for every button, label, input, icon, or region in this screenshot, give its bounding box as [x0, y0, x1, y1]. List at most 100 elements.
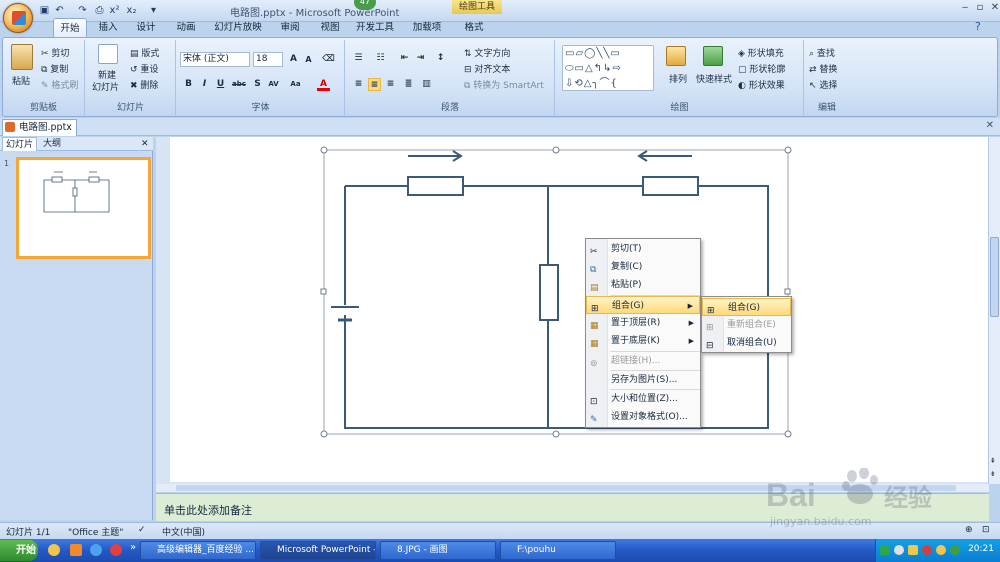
menu-item-format-object[interactable]: ✎ 设置对象格式(O)...: [586, 408, 700, 426]
subscript-icon[interactable]: x₂: [125, 4, 138, 17]
tab-insert[interactable]: 插入: [94, 18, 122, 37]
quick-styles-icon[interactable]: [703, 46, 723, 66]
format-painter-button[interactable]: ✎ 格式刷: [41, 78, 78, 91]
resistor-r2[interactable]: [642, 176, 699, 196]
replace-button[interactable]: ⇄ 替换: [809, 62, 837, 75]
menu-item-cut[interactable]: ✂ 剪切(T): [586, 240, 700, 258]
align-center-icon[interactable]: ≡: [368, 78, 381, 91]
shape-effects-button[interactable]: ◐ 形状效果: [738, 78, 785, 91]
more-quicklaunch-icon[interactable]: »: [130, 542, 136, 553]
tray-icon[interactable]: [908, 545, 918, 555]
quicklaunch-icon[interactable]: [70, 544, 82, 556]
zoom-in-icon[interactable]: ⊕: [965, 525, 973, 535]
hscroll-thumb[interactable]: [176, 485, 956, 491]
submenu-item-group[interactable]: ⊞ 组合(G): [702, 298, 791, 316]
tab-slides[interactable]: 幻灯片: [2, 137, 38, 151]
line-spacing-icon[interactable]: ↕: [434, 52, 447, 65]
select-button[interactable]: ↖ 选择: [809, 78, 837, 91]
shrink-font-icon[interactable]: A: [302, 53, 315, 66]
align-left-icon[interactable]: ≡: [352, 78, 365, 91]
arrange-button[interactable]: 排列: [669, 72, 687, 85]
tray-icon[interactable]: [880, 545, 890, 555]
menu-item-paste[interactable]: ▤ 粘贴(P): [586, 276, 700, 294]
tray-icon[interactable]: [936, 545, 946, 555]
menu-item-group[interactable]: ⊞ 组合(G) ▶: [586, 296, 700, 314]
strikethrough-icon[interactable]: abc: [232, 78, 246, 91]
shape-outline-button[interactable]: ▢ 形状轮廓: [738, 62, 785, 75]
paste-icon[interactable]: [11, 44, 33, 70]
menu-item-save-as-picture[interactable]: 另存为图片(S)...: [586, 371, 700, 389]
tab-slideshow[interactable]: 幻灯片放映: [212, 18, 264, 37]
justify-icon[interactable]: ≣: [402, 78, 415, 91]
vertical-scrollbar[interactable]: ⇞ ⇟: [988, 137, 1000, 484]
superscript-icon[interactable]: x²: [108, 4, 121, 17]
task-explorer[interactable]: F:\pouhu: [500, 541, 616, 560]
shapes-gallery[interactable]: ▭▱◯╲╲▭ ⬭▭△↰↳⇨ ⇩⟲△╮⌒{: [562, 45, 654, 91]
circuit-diagram[interactable]: [170, 137, 989, 482]
underline-icon[interactable]: U: [214, 78, 227, 91]
new-slide-icon[interactable]: [98, 44, 118, 64]
cut-button[interactable]: ✂ 剪切: [41, 46, 69, 59]
help-icon[interactable]: ?: [975, 20, 981, 33]
fit-window-icon[interactable]: ⊡: [982, 525, 990, 535]
resistor-r3[interactable]: [539, 264, 559, 321]
quick-styles-button[interactable]: 快速样式: [696, 72, 732, 85]
italic-icon[interactable]: I: [198, 78, 211, 91]
bold-icon[interactable]: B: [182, 78, 195, 91]
menu-item-size-position[interactable]: ⊡ 大小和位置(Z)...: [586, 390, 700, 408]
tab-home[interactable]: 开始: [53, 18, 87, 37]
quicklaunch-icon[interactable]: [110, 544, 122, 556]
delete-slide-button[interactable]: ✖ 删除: [130, 78, 158, 91]
tray-icon[interactable]: [922, 545, 932, 555]
copy-button[interactable]: ⧉ 复制: [41, 62, 68, 75]
numbering-icon[interactable]: ☷: [374, 52, 387, 65]
close-doc-icon[interactable]: ✕: [986, 120, 994, 131]
menu-item-send-to-back[interactable]: ▦ 置于底层(K) ▶: [586, 332, 700, 350]
quicklaunch-icon[interactable]: [90, 544, 102, 556]
font-size-combo[interactable]: 18: [253, 52, 283, 67]
align-right-icon[interactable]: ≡: [384, 78, 397, 91]
undo-icon[interactable]: ↶: [53, 4, 66, 17]
tray-icon[interactable]: [894, 545, 904, 555]
tab-format[interactable]: 格式: [460, 18, 488, 37]
new-slide-label2[interactable]: 幻灯片: [92, 80, 119, 93]
tab-view[interactable]: 视图: [316, 18, 344, 37]
submenu-item-ungroup[interactable]: ⊟ 取消组合(U): [702, 334, 791, 352]
slide-thumbnail[interactable]: [16, 157, 151, 259]
change-case-icon[interactable]: Aa: [289, 78, 302, 91]
font-color-icon[interactable]: A: [317, 78, 330, 91]
bullets-icon[interactable]: ☰: [352, 52, 365, 65]
increase-indent-icon[interactable]: ⇥: [414, 52, 427, 65]
tray-icon[interactable]: [950, 545, 960, 555]
columns-icon[interactable]: ▥: [420, 78, 433, 91]
save-icon[interactable]: ▣: [38, 4, 51, 17]
customize-qat-icon[interactable]: ▾: [147, 4, 160, 17]
layout-button[interactable]: ▤ 版式: [130, 46, 159, 59]
resistor-r1[interactable]: [407, 176, 464, 196]
spellcheck-icon[interactable]: ✓: [138, 525, 146, 535]
tab-outline[interactable]: 大纲: [40, 137, 64, 151]
clear-format-icon[interactable]: ⌫: [322, 53, 335, 66]
quicklaunch-icon[interactable]: [48, 544, 60, 556]
prev-slide-icon[interactable]: ⇞: [990, 457, 996, 465]
grow-font-icon[interactable]: A: [287, 53, 300, 66]
task-paint[interactable]: 8.JPG - 画图: [380, 541, 496, 560]
close-pane-icon[interactable]: ✕: [138, 137, 152, 151]
shadow-icon[interactable]: S: [251, 78, 264, 91]
shape-fill-button[interactable]: ◈ 形状填充: [738, 46, 784, 59]
vscroll-thumb[interactable]: [990, 237, 999, 317]
align-text-button[interactable]: ⊟ 对齐文本: [464, 62, 510, 75]
smartart-button[interactable]: ⧉ 转换为 SmartArt: [464, 78, 544, 91]
task-powerpoint[interactable]: Microsoft PowerPoint - [...: [260, 541, 376, 560]
next-slide-icon[interactable]: ⇟: [990, 470, 996, 478]
menu-item-bring-to-front[interactable]: ▦ 置于顶层(R) ▶: [586, 314, 700, 332]
text-direction-button[interactable]: ⇅ 文字方向: [464, 46, 510, 59]
menu-item-copy[interactable]: ⧉ 复制(C): [586, 258, 700, 276]
notes-pane[interactable]: 单击此处添加备注: [156, 493, 989, 521]
task-browser[interactable]: 高级编辑器_百度经验 ...: [140, 541, 256, 560]
decrease-indent-icon[interactable]: ⇤: [398, 52, 411, 65]
office-button[interactable]: [3, 3, 33, 33]
find-button[interactable]: ⌕ 查找: [809, 46, 835, 59]
horizontal-scrollbar[interactable]: [156, 484, 989, 492]
tab-developer[interactable]: 开发工具: [355, 18, 395, 37]
